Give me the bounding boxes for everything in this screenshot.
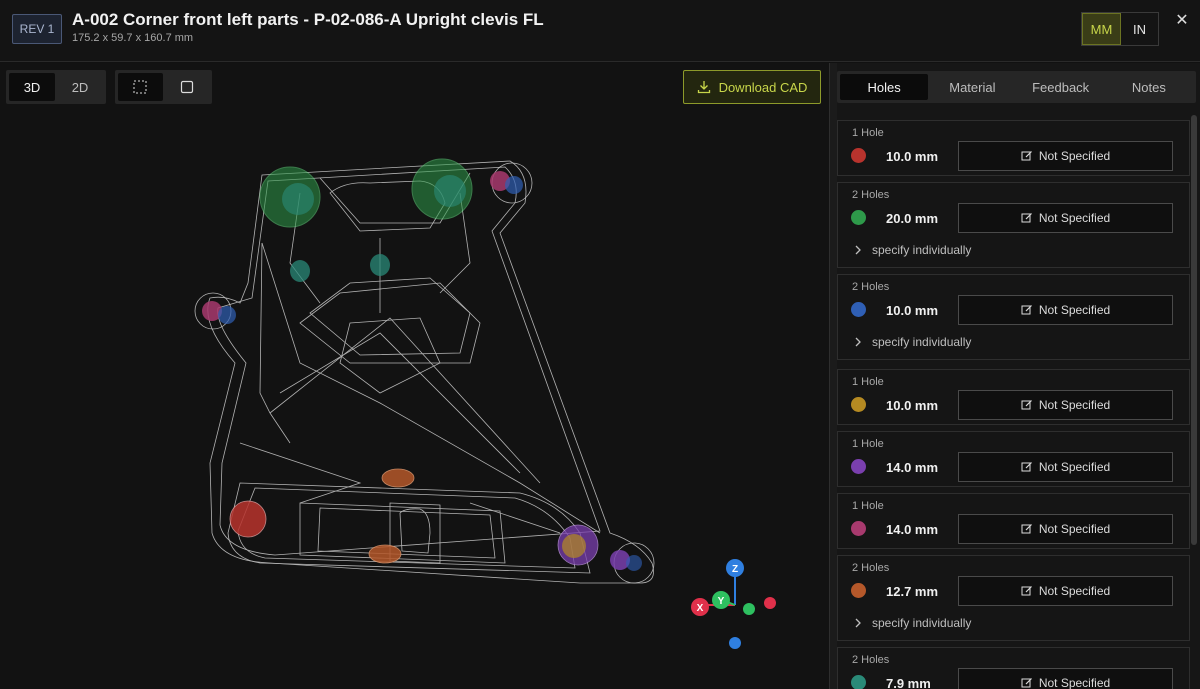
view-3d-button[interactable]: 3D <box>9 73 55 101</box>
specify-hole-button[interactable]: Not Specified <box>958 668 1173 689</box>
hole-group-card: 1 Hole 10.0 mm Not Specified <box>837 120 1190 176</box>
hole-size: 20.0 mm <box>886 211 939 226</box>
hole-count: 1 Hole <box>852 500 884 512</box>
axis-x-label: X <box>697 603 704 614</box>
hole-count: 2 Holes <box>852 654 890 666</box>
hole-size: 12.7 mm <box>886 584 939 599</box>
axis-gizmo[interactable]: Z Y X <box>691 559 776 649</box>
hole-color-swatch[interactable] <box>851 148 866 163</box>
marquee-select-icon[interactable] <box>118 73 163 101</box>
edit-icon <box>1021 524 1032 534</box>
hole-group-card: 1 Hole 14.0 mm Not Specified <box>837 493 1190 549</box>
hole-status-label: Not Specified <box>1038 676 1111 689</box>
hole-status-label: Not Specified <box>1038 460 1111 474</box>
edit-icon <box>1021 400 1032 410</box>
hole-count: 1 Hole <box>852 127 884 139</box>
chevron-right-icon <box>855 618 861 628</box>
part-dimensions: 175.2 x 59.7 x 160.7 mm <box>72 32 194 44</box>
specify-hole-button[interactable]: Not Specified <box>958 390 1173 420</box>
hole-status-label: Not Specified <box>1038 522 1111 536</box>
download-cad-label: Download CAD <box>718 79 808 95</box>
panel-resize-handle[interactable] <box>829 63 837 689</box>
axis-z-label: Z <box>732 564 738 575</box>
download-icon <box>697 81 710 94</box>
hole-group-card: 2 Holes 7.9 mm Not Specified <box>837 647 1190 689</box>
hole-status-label: Not Specified <box>1038 584 1111 598</box>
close-icon[interactable]: ✕ <box>1172 10 1192 30</box>
hole-status-label: Not Specified <box>1038 398 1111 412</box>
specify-individually-toggle[interactable]: specify individually <box>854 335 971 349</box>
hole-size: 10.0 mm <box>886 149 939 164</box>
specify-hole-button[interactable]: Not Specified <box>958 514 1173 544</box>
specify-hole-button[interactable]: Not Specified <box>958 295 1173 325</box>
tab-material[interactable]: Material <box>928 74 1016 100</box>
hole-count: 2 Holes <box>852 562 890 574</box>
tab-feedback[interactable]: Feedback <box>1017 74 1105 100</box>
part-model-canvas[interactable]: Z Y X <box>0 63 829 689</box>
tab-holes[interactable]: Holes <box>840 74 929 100</box>
specify-hole-button[interactable]: Not Specified <box>958 141 1173 171</box>
edit-icon <box>1021 305 1032 315</box>
hole-count: 1 Hole <box>852 438 884 450</box>
selection-mode-toggle <box>115 70 212 104</box>
hole-size: 10.0 mm <box>886 303 939 318</box>
specify-hole-button[interactable]: Not Specified <box>958 203 1173 233</box>
edit-icon <box>1021 151 1032 161</box>
hole-size: 10.0 mm <box>886 398 939 413</box>
edit-icon <box>1021 678 1032 688</box>
chevron-right-icon <box>855 245 861 255</box>
panel-tabs: Holes Material Feedback Notes <box>837 71 1196 103</box>
hole-size: 7.9 mm <box>886 676 931 689</box>
hole-status-label: Not Specified <box>1038 211 1111 225</box>
specify-hole-button[interactable]: Not Specified <box>958 576 1173 606</box>
specify-individually-label: specify individually <box>872 616 972 630</box>
specify-individually-label: specify individually <box>872 335 972 349</box>
unit-toggle: MM IN <box>1081 12 1159 46</box>
specify-individually-label: specify individually <box>872 243 972 257</box>
axis-y-label: Y <box>718 596 725 607</box>
hole-group-card: 2 Holes 20.0 mm Not Specified specify indiv… <box>837 182 1190 268</box>
hole-color-swatch[interactable] <box>851 583 866 598</box>
panel-scrollbar[interactable] <box>1191 115 1197 545</box>
hole-color-swatch[interactable] <box>851 302 866 317</box>
hole-color-swatch[interactable] <box>851 397 866 412</box>
specify-individually-toggle[interactable]: specify individually <box>854 616 971 630</box>
hole-color-swatch[interactable] <box>851 675 866 689</box>
hole-group-card: 1 Hole 14.0 mm Not Specified <box>837 431 1190 487</box>
tab-notes[interactable]: Notes <box>1105 74 1193 100</box>
edit-icon <box>1021 586 1032 596</box>
chevron-right-icon <box>855 337 861 347</box>
hole-status-label: Not Specified <box>1038 149 1111 163</box>
hole-size: 14.0 mm <box>886 460 939 475</box>
specify-hole-button[interactable]: Not Specified <box>958 452 1173 482</box>
hole-status-label: Not Specified <box>1038 303 1111 317</box>
cad-viewer[interactable]: Z Y X 3D 2D Download CAD <box>0 63 829 689</box>
hole-count: 2 Holes <box>852 189 890 201</box>
hole-count: 1 Hole <box>852 376 884 388</box>
download-cad-button[interactable]: Download CAD <box>683 70 821 104</box>
header-bar: REV 1 A-002 Corner front left parts - P-… <box>0 0 1200 62</box>
view-mode-toggle: 3D 2D <box>6 70 106 104</box>
edit-icon <box>1021 213 1032 223</box>
hole-color-swatch[interactable] <box>851 210 866 225</box>
hole-color-swatch[interactable] <box>851 459 866 474</box>
hole-size: 14.0 mm <box>886 522 939 537</box>
hole-count: 2 Holes <box>852 281 890 293</box>
specify-individually-toggle[interactable]: specify individually <box>854 243 971 257</box>
page-title: A-002 Corner front left parts - P-02-086… <box>72 10 544 29</box>
box-select-icon[interactable] <box>165 73 210 101</box>
view-2d-button[interactable]: 2D <box>57 73 103 101</box>
unit-in-button[interactable]: IN <box>1121 13 1158 45</box>
unit-mm-button[interactable]: MM <box>1082 13 1121 45</box>
hole-group-card: 1 Hole 10.0 mm Not Specified <box>837 369 1190 425</box>
hole-color-swatch[interactable] <box>851 521 866 536</box>
revision-badge[interactable]: REV 1 <box>12 14 62 44</box>
hole-group-card: 2 Holes 12.7 mm Not Specified specify indiv… <box>837 555 1190 641</box>
edit-icon <box>1021 462 1032 472</box>
side-panel: Holes Material Feedback Notes 1 Hole 10.0… <box>837 63 1200 689</box>
hole-group-card: 2 Holes 10.0 mm Not Specified specify indiv… <box>837 274 1190 360</box>
